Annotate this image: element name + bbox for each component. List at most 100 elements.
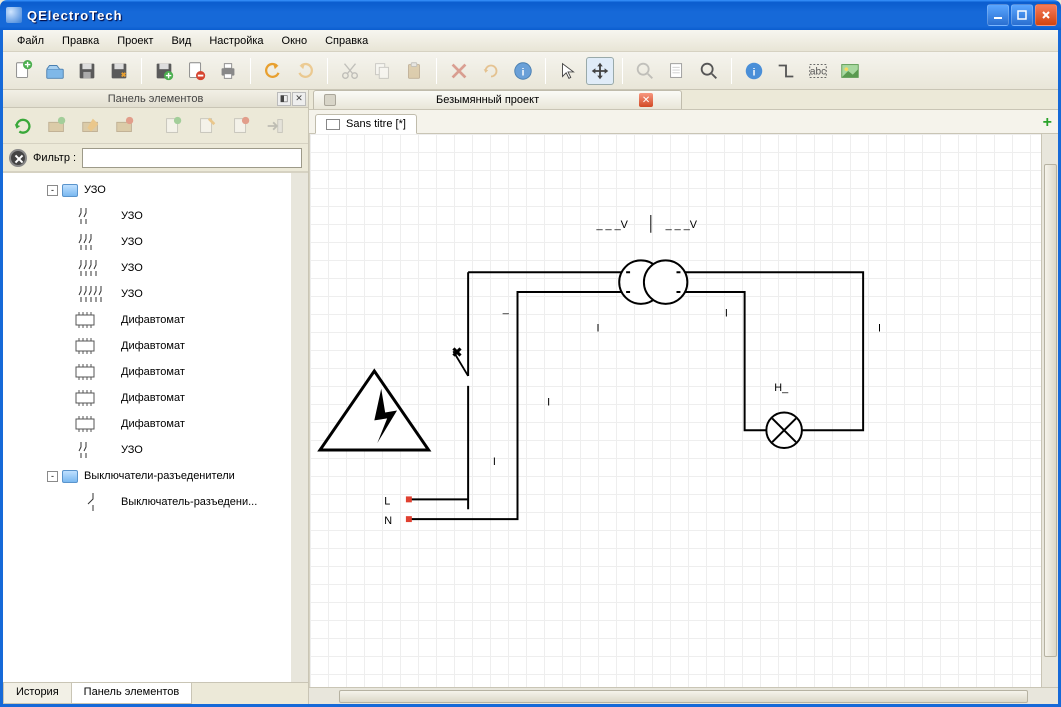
paste-button[interactable] xyxy=(400,57,428,85)
sheet-tab-row: Sans titre [*] + xyxy=(309,110,1058,134)
panel-bottom-tabs: История Панель элементов xyxy=(3,682,308,704)
tree-label: Дифавтомат xyxy=(121,418,185,430)
sheet-tab[interactable]: Sans titre [*] xyxy=(315,114,417,134)
tree-element[interactable]: Дифавтомат xyxy=(3,385,291,411)
tree-element[interactable]: УЗО xyxy=(3,255,291,281)
elements-panel: Панель элементов ◧ ✕ Фильтр : xyxy=(3,90,309,704)
svg-text:✕: ✕ xyxy=(452,347,461,359)
folder-icon xyxy=(62,184,78,197)
tree-folder[interactable]: -УЗО xyxy=(3,177,291,203)
tree-label: УЗО xyxy=(121,288,143,300)
canvas-vertical-scrollbar[interactable] xyxy=(1041,134,1058,687)
tab-history[interactable]: История xyxy=(3,683,72,704)
svg-text:i: i xyxy=(522,67,525,78)
menu-file[interactable]: Файл xyxy=(9,33,52,49)
app-icon xyxy=(6,7,22,23)
element-icon xyxy=(73,335,113,357)
maximize-button[interactable] xyxy=(1011,4,1033,26)
image-button[interactable] xyxy=(836,57,864,85)
element-icon xyxy=(73,387,113,409)
edit-element-button[interactable] xyxy=(193,112,221,140)
copy-button[interactable] xyxy=(368,57,396,85)
tree-label: Выключатели-разъеденители xyxy=(84,470,235,482)
window-titlebar: QElectroTech xyxy=(0,0,1061,30)
rotate-button[interactable] xyxy=(477,57,505,85)
redo-button[interactable] xyxy=(291,57,319,85)
properties-button[interactable]: i xyxy=(509,57,537,85)
label-I5: I xyxy=(493,456,496,468)
label-dash: _ xyxy=(502,303,510,315)
tree-element[interactable]: Выключатель-разъедени... xyxy=(3,489,291,515)
new-element-button[interactable] xyxy=(159,112,187,140)
cut-button[interactable] xyxy=(336,57,364,85)
add-sheet-button[interactable]: + xyxy=(1043,114,1052,132)
open-button[interactable] xyxy=(41,57,69,85)
element-icon xyxy=(73,205,113,227)
label-L: L xyxy=(384,495,390,507)
menu-project[interactable]: Проект xyxy=(109,33,161,49)
tree-element[interactable]: Дифавтомат xyxy=(3,333,291,359)
info-button[interactable]: i xyxy=(740,57,768,85)
new-category-button[interactable] xyxy=(43,112,71,140)
undo-button[interactable] xyxy=(259,57,287,85)
clear-filter-icon[interactable] xyxy=(9,149,27,167)
menu-edit[interactable]: Правка xyxy=(54,33,107,49)
tree-label: Дифавтомат xyxy=(121,366,185,378)
panel-title: Панель элементов xyxy=(108,93,204,105)
menu-settings[interactable]: Настройка xyxy=(201,33,271,49)
schematic-drawing: ✕ xyxy=(310,134,1041,687)
export-button[interactable] xyxy=(150,57,178,85)
delete-button[interactable] xyxy=(445,57,473,85)
project-close-button[interactable]: ✕ xyxy=(639,93,653,107)
tree-toggle[interactable]: - xyxy=(47,471,58,482)
save-schema-button[interactable] xyxy=(182,57,210,85)
filter-input[interactable] xyxy=(82,148,302,168)
delete-category-button[interactable] xyxy=(111,112,139,140)
reload-button[interactable] xyxy=(9,112,37,140)
edit-category-button[interactable] xyxy=(77,112,105,140)
minimize-button[interactable] xyxy=(987,4,1009,26)
panel-close-button[interactable]: ✕ xyxy=(292,92,306,106)
tab-elements-panel[interactable]: Панель элементов xyxy=(71,683,193,704)
tree-element[interactable]: Дифавтомат xyxy=(3,411,291,437)
menu-help[interactable]: Справка xyxy=(317,33,376,49)
layer-button[interactable] xyxy=(663,57,691,85)
tree-folder[interactable]: - Выключатели-разъеденители xyxy=(3,463,291,489)
elements-tree[interactable]: -УЗОУЗОУЗОУЗОУЗОДифавтоматДифавтоматДифа… xyxy=(3,172,308,682)
panel-dock-button[interactable]: ◧ xyxy=(277,92,291,106)
save-button[interactable] xyxy=(73,57,101,85)
print-button[interactable] xyxy=(214,57,242,85)
close-button[interactable] xyxy=(1035,4,1057,26)
label-I2: I xyxy=(547,397,550,409)
zoom-button[interactable] xyxy=(631,57,659,85)
textframe-button[interactable]: abc xyxy=(804,57,832,85)
pointer-move-button[interactable] xyxy=(586,57,614,85)
panel-header: Панель элементов ◧ ✕ xyxy=(3,90,308,108)
tree-element[interactable]: Дифавтомат xyxy=(3,359,291,385)
tree-element[interactable]: УЗО xyxy=(3,229,291,255)
tree-element[interactable]: Дифавтомат xyxy=(3,307,291,333)
find-button[interactable] xyxy=(695,57,723,85)
new-doc-button[interactable] xyxy=(9,57,37,85)
tree-element[interactable]: УЗО xyxy=(3,437,291,463)
label-I1: I xyxy=(597,323,600,335)
project-tab[interactable]: Безымянный проект ✕ xyxy=(313,90,682,109)
import-element-button[interactable] xyxy=(261,112,289,140)
wire-button[interactable] xyxy=(772,57,800,85)
tree-element[interactable]: УЗО xyxy=(3,203,291,229)
canvas-horizontal-scrollbar[interactable] xyxy=(309,687,1058,704)
canvas-area: Безымянный проект ✕ Sans titre [*] + xyxy=(309,90,1058,704)
tree-element[interactable]: УЗО xyxy=(3,281,291,307)
delete-element-button[interactable] xyxy=(227,112,255,140)
menu-bar: Файл Правка Проект Вид Настройка Окно Сп… xyxy=(3,30,1058,52)
element-icon xyxy=(73,439,113,461)
tree-label: Дифавтомат xyxy=(121,340,185,352)
schematic-canvas[interactable]: ✕ xyxy=(309,134,1041,687)
pointer-select-button[interactable] xyxy=(554,57,582,85)
menu-window[interactable]: Окно xyxy=(274,33,316,49)
sheet-tab-label: Sans titre [*] xyxy=(346,118,406,130)
tree-scrollbar[interactable] xyxy=(291,173,308,682)
menu-view[interactable]: Вид xyxy=(163,33,199,49)
tree-toggle[interactable]: - xyxy=(47,185,58,196)
save-as-button[interactable] xyxy=(105,57,133,85)
